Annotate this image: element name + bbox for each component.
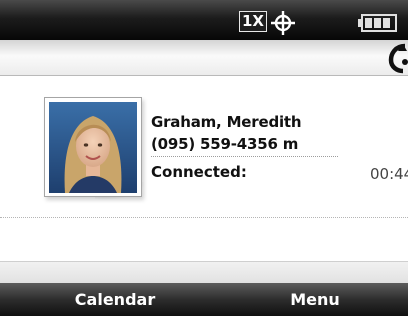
call-status-label: Connected:	[151, 163, 247, 181]
phone-call-icon[interactable]	[385, 40, 408, 76]
contact-photo	[49, 102, 137, 193]
call-timer: 00:44	[370, 165, 408, 183]
number-divider	[151, 156, 338, 157]
contact-number: (095) 559-4356 m	[151, 135, 299, 153]
call-bar	[0, 40, 408, 76]
battery-icon	[358, 14, 397, 32]
status-bar: 1X	[0, 0, 408, 40]
contact-card: Graham, Meredith (095) 559-4356 m Connec…	[0, 77, 408, 217]
contact-name: Graham, Meredith	[151, 113, 302, 131]
lower-band	[0, 261, 408, 283]
signal-crosshair-icon	[271, 11, 295, 35]
content-divider	[0, 217, 408, 218]
contact-photo-frame	[44, 97, 142, 197]
calendar-softkey[interactable]: Calendar	[55, 283, 175, 316]
network-1x-badge: 1X	[239, 11, 267, 32]
softkey-bar: Calendar Menu	[0, 283, 408, 316]
menu-softkey[interactable]: Menu	[255, 283, 375, 316]
